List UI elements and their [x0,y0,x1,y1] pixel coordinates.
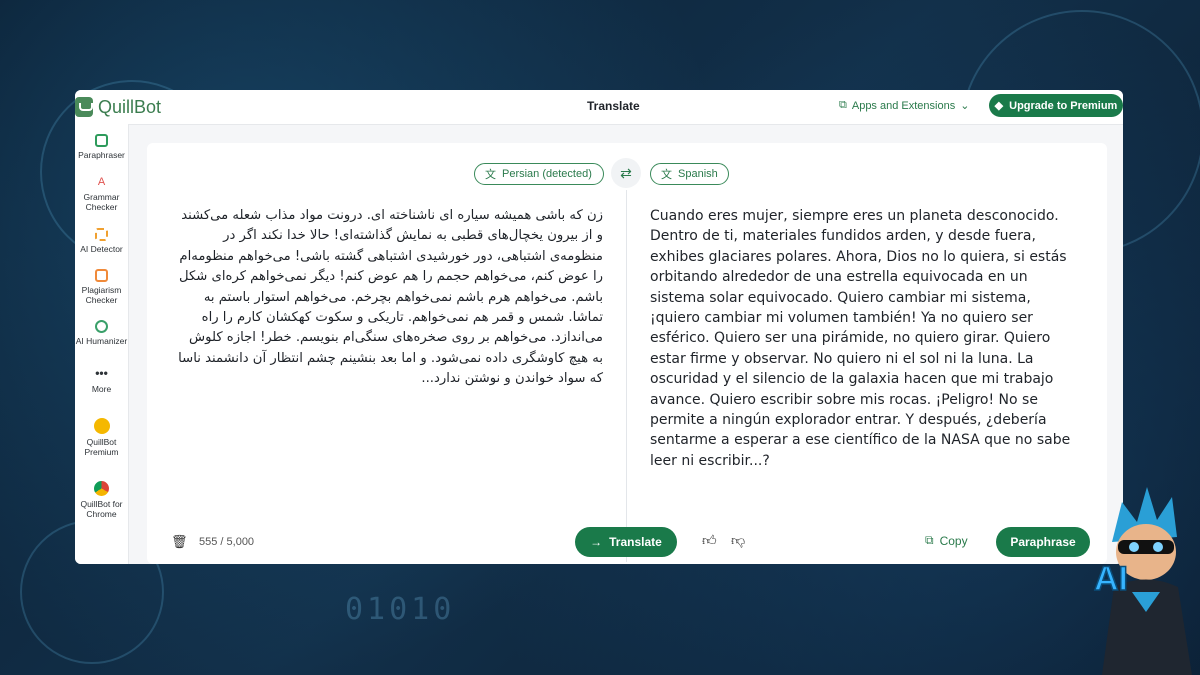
sidebar: Paraphraser A Grammar Checker AI Detecto… [75,124,129,564]
ai-detector-icon [95,228,108,241]
quillbot-logo[interactable]: QuillBot [75,94,161,120]
apps-label: Apps and Extensions [851,99,956,112]
copy-button[interactable]: ⧉ Copy [925,533,968,548]
upgrade-button[interactable]: ◆ Upgrade to Premium [989,94,1123,117]
premium-icon [93,418,110,434]
translated-text-output: Cuando eres mujer, siempre eres un plane… [650,208,1071,469]
sidebar-item-plagiarism-checker[interactable]: Plagiarism Checker [75,269,128,305]
sidebar-item-label: Paraphraser [78,150,125,160]
source-language-button[interactable]: 文 Persian (detected) [474,163,604,185]
plagiarism-icon [95,269,108,282]
sidebar-item-paraphraser[interactable]: Paraphraser [75,134,128,160]
chrome-icon [94,481,109,496]
column-divider [626,190,627,562]
sidebar-item-ai-detector[interactable]: AI Detector [75,228,128,254]
diamond-icon: ◆ [994,100,1004,112]
sidebar-item-more[interactable]: ••• More [75,366,128,394]
paraphrase-button-label: Paraphrase [1010,535,1076,549]
translate-icon: 文 [661,169,672,181]
sidebar-item-label: QuillBot for Chrome [80,499,123,519]
sidebar-item-premium[interactable]: QuillBot Premium [75,418,128,457]
character-count: 555 / 5,000 [199,536,255,548]
target-language-button[interactable]: 文 Spanish [650,163,729,185]
thumbs-up-icon[interactable]: 👍︎ [702,532,717,549]
translator-card: 文 Persian (detected) ⇄ 文 Spanish زن که ب… [147,143,1107,564]
source-language-label: Persian (detected) [502,168,592,180]
upgrade-label: Upgrade to Premium [1009,99,1118,112]
top-bar: QuillBot Translate ⧉ Apps and Extensions… [75,90,1123,125]
target-language-label: Spanish [678,168,718,180]
chevron-down-icon: ⌄ [960,100,970,112]
quillbot-logo-icon [75,97,93,117]
swap-languages-button[interactable]: ⇄ [611,158,641,188]
source-text-input[interactable]: زن که باشی همیشه سیاره ای ناشناخته ای. د… [175,206,603,390]
arrow-right-icon: → [590,535,603,549]
translate-button-label: Translate [609,535,662,549]
binary-text: 01010 [345,592,456,627]
sidebar-item-label: Grammar Checker [83,192,120,212]
sidebar-item-label: AI Humanizer [75,336,128,346]
grammar-icon: A [97,176,106,188]
sidebar-item-chrome[interactable]: QuillBot for Chrome [75,481,128,519]
sidebar-item-ai-humanizer[interactable]: AI Humanizer [75,320,128,346]
puzzle-icon: ⧉ [839,99,847,111]
sidebar-item-label: AI Detector [80,244,123,254]
trash-icon[interactable]: 🗑 [171,534,188,549]
copy-label: Copy [939,533,968,548]
sidebar-item-label: More [91,384,112,394]
thumbs-down-icon[interactable]: 👎︎ [731,532,745,549]
sidebar-item-grammar-checker[interactable]: A Grammar Checker [75,176,128,212]
swap-icon: ⇄ [620,164,632,181]
ai-mascot-image: AI [1093,487,1192,675]
translate-icon: 文 [485,169,496,181]
more-icon: ••• [95,366,108,380]
svg-text:AI: AI [1094,560,1128,598]
paraphrase-button[interactable]: Paraphrase [996,527,1090,557]
humanizer-icon [95,320,108,333]
page-title: Translate [587,99,640,113]
apps-extensions-menu[interactable]: ⧉ Apps and Extensions ⌄ [839,99,969,112]
translate-button[interactable]: → Translate [575,527,677,557]
paraphraser-icon [95,134,108,147]
sidebar-item-label: QuillBot Premium [84,437,119,457]
quillbot-window: QuillBot Translate ⧉ Apps and Extensions… [75,90,1123,564]
logo-text: QuillBot [98,96,162,117]
copy-icon: ⧉ [925,533,934,547]
sidebar-item-label: Plagiarism Checker [81,285,122,305]
